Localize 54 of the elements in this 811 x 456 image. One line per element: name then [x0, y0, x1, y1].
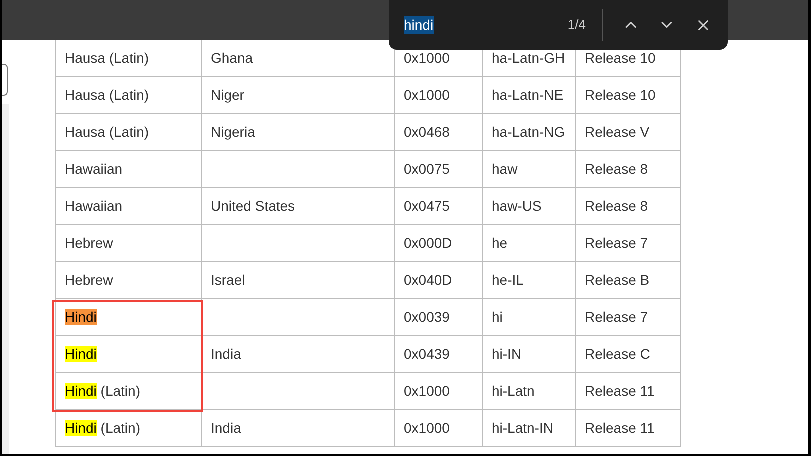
table-cell-text: he-IL	[492, 270, 524, 290]
table-cell-text: Release 7	[585, 308, 648, 326]
table-cell-text: Hausa (Latin)	[65, 86, 150, 105]
table-cell-text: Release B	[585, 270, 650, 290]
table-cell-text: Release C	[585, 344, 650, 364]
table-cell-text: haw	[492, 160, 518, 178]
table-cell-text: India	[211, 344, 242, 364]
table-cell-text: Release 10	[585, 48, 656, 68]
table-cell-text: Hindi (Latin)	[65, 418, 140, 438]
table-cell-text: Hebrew	[65, 270, 114, 290]
table-cell-text: 0x1000	[404, 48, 450, 68]
table-cell-text: Hindi	[65, 344, 97, 364]
table-cell-text: Release 10	[585, 86, 656, 104]
table-cell-text: ha-Latn-NE	[492, 86, 564, 104]
table-cell-text: 0x0039	[404, 308, 450, 326]
table-cell-text: Hawaiian	[65, 160, 123, 178]
table-cell-text: hi	[492, 308, 503, 326]
table-cell-text: Hebrew	[65, 234, 114, 252]
table-cell-text: 0x040D	[404, 270, 452, 290]
table-cell-text: 0x1000	[404, 86, 450, 104]
table-cell-text: Release 8	[585, 196, 648, 216]
table-cell-text: 0x1000	[404, 382, 450, 400]
table-cell-text: 0x1000	[404, 418, 450, 438]
table-cell-text: Release 8	[585, 160, 648, 178]
table-cell-text: hi-Latn-IN	[492, 418, 554, 438]
table-cell-text: 0x0468	[404, 122, 450, 142]
table-cell-text: 0x0075	[404, 160, 450, 178]
table-cell-text: hi-Latn	[492, 382, 535, 400]
match-count: 1/4	[568, 16, 586, 34]
input-field[interactable]	[2, 64, 8, 96]
table-cell-text: hi-IN	[492, 344, 522, 364]
table-cell-text: Hausa (Latin)	[65, 48, 150, 68]
table-cell-text: India	[211, 418, 242, 438]
table-cell-text: he	[492, 234, 508, 252]
table-cell-text: Release V	[585, 122, 650, 142]
table-cell-text: 0x000D	[404, 234, 452, 252]
table-cell-text: United States	[211, 196, 296, 216]
table-cell-text: Release 7	[585, 234, 648, 252]
table-cell-text: ha-Latn-NG	[492, 122, 566, 142]
table-cell-text: Hausa (Latin)	[65, 122, 150, 142]
table-cell-text: ha-Latn-GH	[492, 48, 566, 68]
table-cell-text: Niger	[211, 86, 244, 105]
table-cell-text: 0x0439	[404, 344, 450, 364]
table-cell-text: haw-US	[492, 196, 542, 216]
table-cell-text: Hindi (Latin)	[65, 382, 140, 401]
table-cell-text: Hindi	[65, 308, 97, 326]
table-cell-text: 0x0475	[404, 196, 450, 216]
table-cell-text: Nigeria	[211, 122, 256, 142]
search-field[interactable]: hindi	[404, 16, 434, 34]
table-cell-text: Hawaiian	[65, 196, 123, 216]
table-cell-text: Ghana	[211, 48, 254, 68]
table-cell-text: Israel	[211, 270, 246, 290]
table-cell-text: Release 11	[585, 418, 655, 438]
table-cell-text: Release 11	[585, 382, 655, 400]
